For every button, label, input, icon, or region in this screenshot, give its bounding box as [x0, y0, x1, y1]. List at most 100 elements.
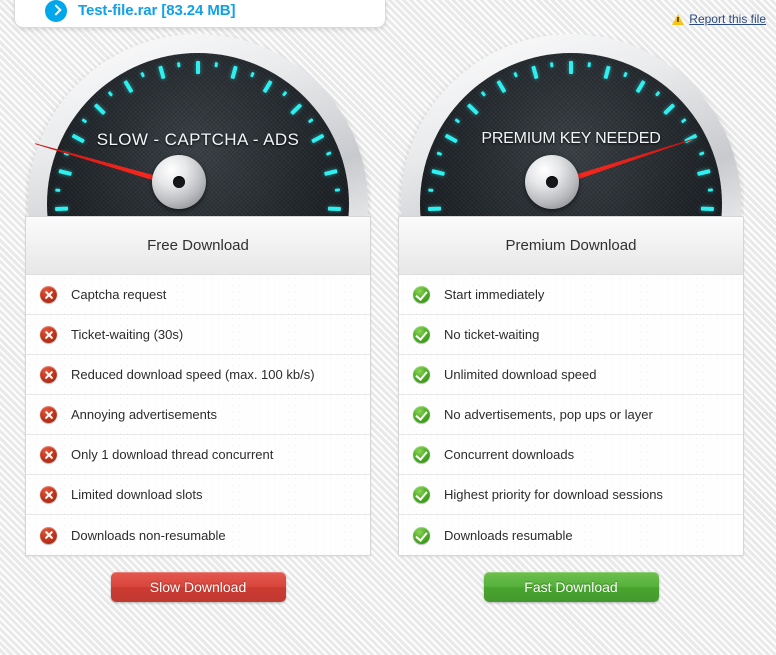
button-row-free: Slow Download: [25, 572, 371, 602]
feature-list-free: Captcha request Ticket-waiting (30s) Reduc…: [26, 275, 370, 555]
gauge-tick: [214, 62, 219, 68]
cross-icon: [40, 406, 57, 423]
gauge-tick: [158, 65, 166, 80]
feature-row: Captcha request: [26, 275, 370, 315]
check-icon: [413, 366, 430, 383]
cross-icon: [40, 326, 57, 343]
gauge-tick: [466, 103, 479, 116]
feature-label: Only 1 download thread concurrent: [71, 447, 274, 462]
feature-label: Captcha request: [71, 287, 167, 302]
gauge-tick: [327, 206, 341, 211]
feature-label: Limited download slots: [71, 487, 203, 502]
cross-icon: [40, 526, 57, 544]
feature-row: Limited download slots: [26, 475, 370, 515]
gauge-tick: [55, 206, 69, 211]
feature-label: Reduced download speed (max. 100 kb/s): [71, 367, 315, 382]
gauge-tick: [531, 65, 539, 80]
gauge-tick: [699, 151, 706, 157]
gauge-tick: [481, 90, 487, 97]
gauge-tick: [436, 151, 443, 157]
gauge-tick: [324, 169, 338, 176]
feature-list-premium: Start immediately No ticket-waiting Unlimi…: [399, 275, 743, 555]
gauge-tick: [697, 169, 711, 176]
feature-row: Concurrent downloads: [399, 435, 743, 475]
check-icon: [413, 326, 430, 343]
gauge-free-hub: [152, 155, 206, 209]
feature-row: No advertisements, pop ups or layer: [399, 395, 743, 435]
feature-label: No ticket-waiting: [444, 327, 540, 342]
feature-label: Start immediately: [444, 287, 545, 302]
check-icon: [413, 286, 430, 303]
gauge-tick: [635, 79, 646, 94]
panel-premium-download: Premium Download Start immediately No tic…: [398, 216, 744, 556]
feature-row: Downloads resumable: [399, 515, 743, 555]
cross-icon: [40, 446, 57, 463]
panel-premium-title: Premium Download: [399, 217, 743, 275]
check-icon: [413, 526, 430, 544]
gauge-tick: [431, 169, 445, 176]
gauge-tick: [290, 103, 303, 116]
report-file-label: Report this file: [689, 12, 766, 26]
cross-icon: [40, 486, 57, 503]
gauge-tick: [177, 62, 182, 68]
fast-download-button[interactable]: Fast Download: [483, 572, 659, 602]
panel-free-download: Free Download Captcha request Ticket-wait…: [25, 216, 371, 556]
gauge-tick: [623, 71, 629, 78]
column-free-download: SLOW - CAPTCHA - ADS MIN SPEED Free Down…: [25, 34, 371, 602]
gauge-tick: [454, 117, 461, 124]
top-bar: Test-file.rar [83.24 MB] Report this fil…: [0, 0, 776, 30]
feature-label: Downloads non-resumable: [71, 527, 226, 543]
cross-icon: [40, 286, 57, 303]
report-file-link[interactable]: Report this file: [672, 12, 766, 26]
gauge-tick: [550, 62, 555, 68]
feature-row: Highest priority for download sessions: [399, 475, 743, 515]
check-icon: [413, 486, 430, 503]
check-icon: [413, 406, 430, 423]
feature-row: Start immediately: [399, 275, 743, 315]
gauge-tick: [108, 90, 114, 97]
feature-label: Annoying advertisements: [71, 407, 217, 422]
gauge-premium-caption: PREMIUM KEY NEEDED: [481, 130, 661, 147]
gauge-tick: [700, 206, 714, 211]
column-premium-download: PREMIUM KEY NEEDED MAX SPEED Premium Dow…: [398, 34, 744, 602]
gauge-tick: [140, 71, 146, 78]
file-tab[interactable]: Test-file.rar [83.24 MB]: [14, 0, 386, 28]
gauge-tick: [587, 62, 592, 68]
gauge-free: SLOW - CAPTCHA - ADS MIN SPEED: [25, 34, 371, 220]
gauge-tick: [250, 71, 256, 78]
gauge-tick: [496, 79, 507, 94]
feature-label: Unlimited download speed: [444, 367, 597, 382]
gauge-tick: [58, 169, 72, 176]
gauge-tick: [663, 103, 676, 116]
file-name-link[interactable]: Test-file.rar [83.24 MB]: [78, 0, 235, 22]
feature-row: Unlimited download speed: [399, 355, 743, 395]
gauge-tick: [55, 188, 61, 192]
feature-row: Downloads non-resumable: [26, 515, 370, 555]
feature-label: No advertisements, pop ups or layer: [444, 407, 653, 422]
gauge-tick: [196, 61, 200, 74]
gauge-tick: [569, 61, 573, 74]
gauge-tick: [81, 117, 88, 124]
gauge-tick: [603, 65, 611, 80]
gauge-tick: [335, 188, 341, 192]
gauge-tick: [708, 188, 714, 192]
slow-download-button[interactable]: Slow Download: [110, 572, 286, 602]
feature-row: Reduced download speed (max. 100 kb/s): [26, 355, 370, 395]
gauge-free-caption: SLOW - CAPTCHA - ADS: [96, 130, 300, 149]
chevron-right-circle-icon: [45, 0, 67, 22]
check-icon: [413, 446, 430, 463]
feature-row: Annoying advertisements: [26, 395, 370, 435]
gauge-free-dial: SLOW - CAPTCHA - ADS MIN SPEED: [28, 34, 368, 220]
gauge-tick: [262, 79, 273, 94]
button-row-premium: Fast Download: [398, 572, 744, 602]
gauge-tick: [326, 151, 333, 157]
gauge-tick: [513, 71, 519, 78]
gauge-tick: [230, 65, 238, 80]
feature-label: Ticket-waiting (30s): [71, 327, 184, 342]
gauge-premium: PREMIUM KEY NEEDED MAX SPEED: [398, 34, 744, 220]
feature-label: Concurrent downloads: [444, 447, 575, 462]
gauge-tick: [681, 117, 688, 124]
gauge-tick: [428, 188, 434, 192]
gauge-tick: [428, 206, 442, 211]
feature-label: Highest priority for download sessions: [444, 487, 663, 502]
